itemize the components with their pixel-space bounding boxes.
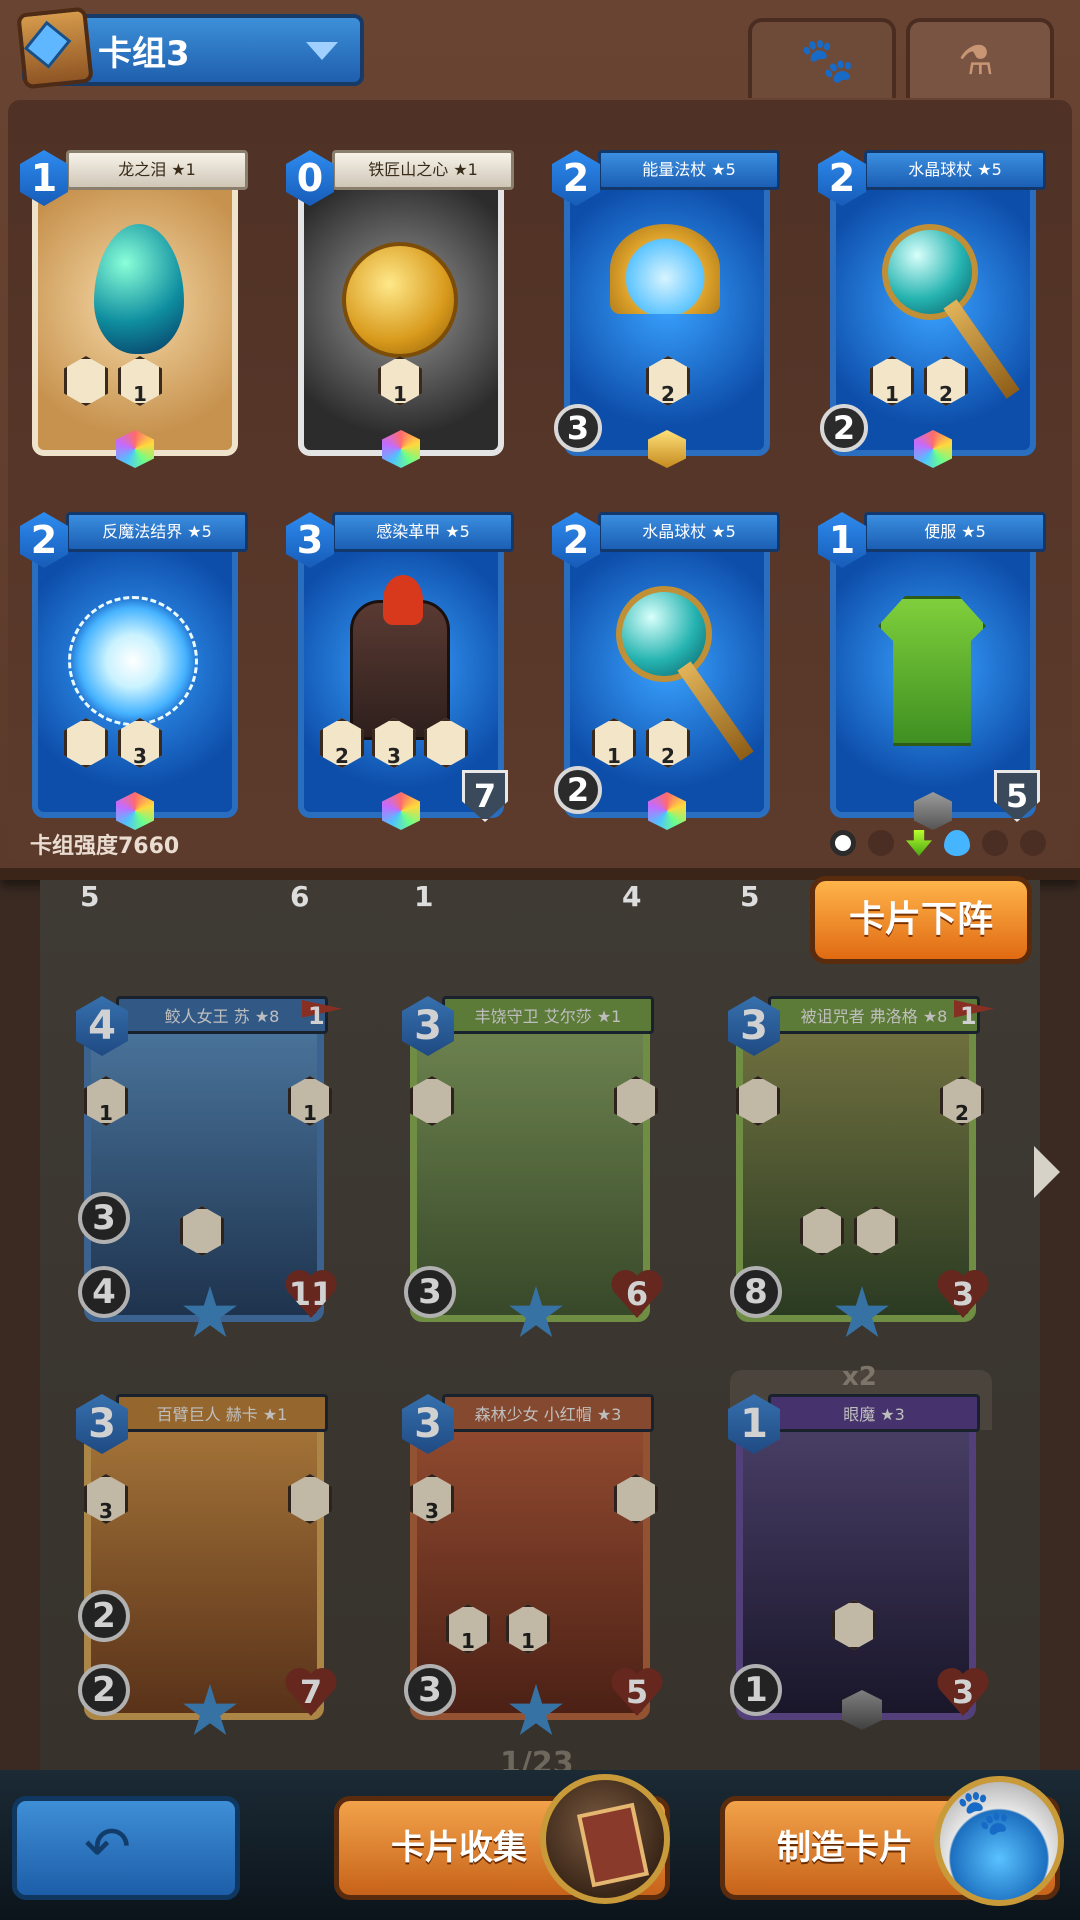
energy-staff-icon: [610, 224, 720, 314]
collection-card[interactable]: 眼魔 ★3 1 1 3: [728, 1394, 988, 1734]
copies-count: x2: [842, 1362, 877, 1392]
water-icon[interactable]: [944, 830, 970, 856]
extra-stat: 3: [78, 1192, 130, 1244]
nature-icon[interactable]: [906, 830, 932, 856]
card-name: 眼魔 ★3: [768, 1394, 980, 1432]
card-name: 龙之泪 ★1: [66, 150, 248, 190]
collection-card[interactable]: 森林少女 小红帽 ★3 3 3 1 1 3 5: [402, 1394, 662, 1735]
card-book-icon[interactable]: [540, 1774, 670, 1904]
crystal-orb-icon: [616, 586, 712, 682]
card-art: [64, 576, 202, 736]
flag-count: 1: [308, 1002, 325, 1030]
attack-stat: 4: [78, 1266, 130, 1318]
paw-icon: 🐾: [800, 35, 855, 86]
partial-card-stat: 5: [80, 880, 100, 913]
partial-card-stat: 4: [622, 880, 642, 913]
card-name: 铁匠山之心 ★1: [332, 150, 514, 190]
crystal-orb-icon: [882, 224, 978, 320]
attack-stat: 1: [730, 1664, 782, 1716]
remove-card-button[interactable]: 卡片下阵: [810, 876, 1032, 964]
chevron-down-icon: [306, 42, 338, 60]
paw-icon: 🐾: [956, 1787, 1011, 1838]
card-art: [64, 214, 202, 374]
deck-strength: 卡组强度7660: [30, 834, 180, 859]
gold-medallion-icon: [342, 242, 458, 358]
card-name: 森林少女 小红帽 ★3: [442, 1394, 654, 1432]
attack-stat: 2: [78, 1664, 130, 1716]
filter-bar: [830, 830, 1060, 864]
leather-armor-icon: [350, 575, 450, 740]
deck-book-icon: [16, 6, 94, 90]
card-name: 感染革甲 ★5: [332, 512, 514, 552]
collection-card[interactable]: 被诅咒者 弗洛格 ★8 3 1 2 8 3: [728, 996, 994, 1337]
card-name: 鲛人女王 苏 ★8: [116, 996, 328, 1034]
partial-card-stat: 6: [290, 880, 310, 913]
collection-card[interactable]: 丰饶守卫 艾尔莎 ★1 3 3 6: [402, 996, 662, 1337]
tab-potion[interactable]: ⚗: [906, 18, 1054, 98]
attack-stat: 3: [404, 1664, 456, 1716]
extra-stat: 2: [78, 1590, 130, 1642]
card-name: 反魔法结界 ★5: [66, 512, 248, 552]
deck-card[interactable]: 反魔法结界 ★5 2 3: [20, 512, 248, 830]
green-tunic-icon: [878, 596, 986, 746]
fire-icon[interactable]: [1020, 830, 1046, 856]
attack-stat: 3: [404, 1266, 456, 1318]
partial-card-stat: 5: [740, 880, 760, 913]
deck-card[interactable]: 龙之泪 ★1 1 1: [20, 150, 248, 468]
card-name: 水晶球杖 ★5: [598, 512, 780, 552]
tab-pet[interactable]: 🐾: [748, 18, 896, 98]
collection-card[interactable]: 鲛人女王 苏 ★8 4 1 1 1 3 4 11: [76, 996, 342, 1337]
attack-stat: 2: [554, 766, 602, 814]
card-art: [862, 214, 1020, 399]
deck-card[interactable]: 水晶球杖 ★5 2 1 2 2: [552, 512, 780, 830]
card-art: [596, 214, 734, 374]
next-page-arrow-icon[interactable]: [1034, 1146, 1060, 1198]
deck-title: 卡组3: [98, 33, 190, 74]
card-art: [862, 576, 1000, 746]
deck-card[interactable]: 铁匠山之心 ★1 0 1: [286, 150, 514, 468]
beast-icon[interactable]: [868, 830, 894, 856]
deck-card[interactable]: 水晶球杖 ★5 2 1 2 2: [818, 150, 1046, 468]
attack-stat: 2: [820, 404, 868, 452]
card-art: [330, 575, 468, 740]
card-name: 百臂巨人 赫卡 ★1: [116, 1394, 328, 1432]
card-name: 水晶球杖 ★5: [864, 150, 1046, 190]
attack-stat: 3: [554, 404, 602, 452]
card-art: [330, 214, 468, 374]
deck-card[interactable]: 感染革甲 ★5 3 2 3 7: [286, 512, 514, 830]
card-name: 便服 ★5: [864, 512, 1046, 552]
deck-card[interactable]: 能量法杖 ★5 2 2 3: [552, 150, 780, 468]
card-name: 能量法杖 ★5: [598, 150, 780, 190]
potion-flask-icon: ⚗: [958, 38, 994, 84]
dragon-tear-egg-icon: [94, 224, 184, 354]
deck-card[interactable]: 便服 ★5 1 5: [818, 512, 1046, 830]
card-name: 被诅咒者 弗洛格 ★8: [768, 996, 980, 1034]
anti-magic-sigil-icon: [68, 596, 198, 726]
collection-card[interactable]: 百臂巨人 赫卡 ★1 3 3 2 2 7: [76, 1394, 336, 1735]
back-arrow-icon: ↶: [84, 1815, 131, 1880]
card-name: 丰饶守卫 艾尔莎 ★1: [442, 996, 654, 1034]
partial-card-stat: 1: [414, 880, 434, 913]
attack-stat: 8: [730, 1266, 782, 1318]
flag-count: 1: [960, 1002, 977, 1030]
neutral-icon[interactable]: [830, 830, 856, 856]
card-art: [596, 576, 754, 761]
mechanical-icon[interactable]: [982, 830, 1008, 856]
